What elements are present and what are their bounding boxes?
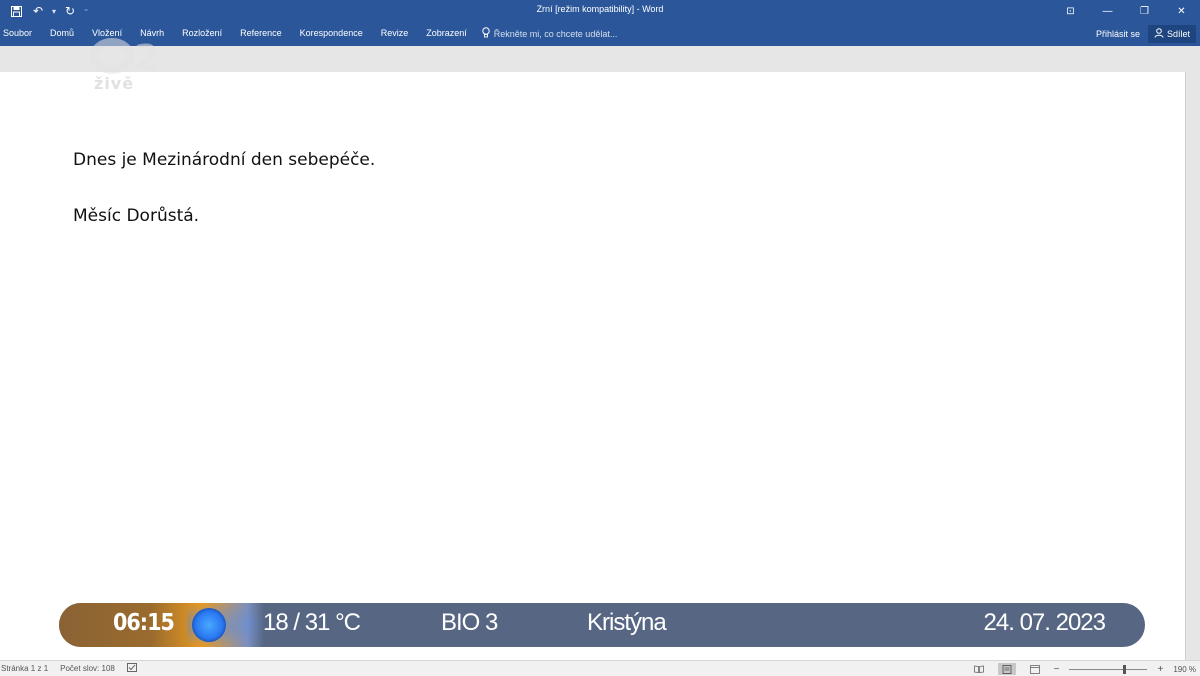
overlay-time: 06:15	[113, 610, 175, 636]
overlay-bio: BIO 3	[441, 609, 498, 636]
read-mode-icon[interactable]	[970, 663, 988, 675]
tab-home[interactable]: Domů	[41, 22, 83, 46]
window-title: Zrní [režim kompatibility] - Word	[536, 4, 664, 14]
overlay-nameday: Kristýna	[587, 609, 667, 636]
document-area[interactable]: Dnes je Mezinárodní den sebepéče. Měsíc …	[0, 46, 1200, 672]
zoom-slider[interactable]	[1069, 663, 1148, 675]
tab-layout[interactable]: Rozložení	[173, 22, 231, 46]
document-page[interactable]: Dnes je Mezinárodní den sebepéče. Měsíc …	[0, 72, 1186, 672]
account-area: Přihlásit se Sdílet	[1096, 24, 1196, 44]
tab-review[interactable]: Revize	[372, 22, 418, 46]
zoom-slider-thumb[interactable]	[1123, 665, 1127, 674]
status-right: − + 190 %	[970, 662, 1196, 676]
watermark-number: 2	[134, 38, 159, 76]
tell-me-text: Řekněte mi, co chcete udělat...	[493, 29, 618, 39]
tab-file[interactable]: Soubor	[0, 22, 41, 46]
status-bar: Stránka 1 z 1 Počet slov: 108 − + 190 %	[0, 660, 1200, 676]
word-count[interactable]: Počet slov: 108	[60, 664, 115, 673]
zoom-out-button[interactable]: −	[1054, 664, 1060, 675]
minimize-button[interactable]: —	[1089, 0, 1126, 22]
title-bar: ↶ ▾ ↻ ⁼ Zrní [režim kompatibility] - Wor…	[0, 0, 1200, 22]
watermark-label: živě	[94, 74, 135, 93]
status-left: Stránka 1 z 1 Počet slov: 108	[1, 663, 137, 674]
ribbon-display-options-button[interactable]: ⊡	[1052, 0, 1089, 22]
window-controls: ⊡ — ❐ ✕	[1052, 0, 1200, 22]
overlay-date: 24. 07. 2023	[983, 609, 1106, 636]
person-icon	[1154, 28, 1164, 40]
info-overlay-bar: 06:15 18 / 31 °C BIO 3 Kristýna 24. 07. …	[59, 603, 1145, 647]
overlay-temperature: 18 / 31 °C	[263, 609, 361, 636]
zoom-slider-track	[1069, 669, 1148, 670]
share-label: Sdílet	[1166, 29, 1190, 39]
zoom-in-button[interactable]: +	[1157, 664, 1163, 675]
proofing-icon[interactable]	[126, 663, 137, 674]
tab-references[interactable]: Reference	[231, 22, 291, 46]
sun-icon	[192, 608, 226, 642]
page-count[interactable]: Stránka 1 z 1	[1, 664, 48, 673]
share-button[interactable]: Sdílet	[1147, 25, 1196, 43]
zoom-level[interactable]: 190 %	[1173, 665, 1196, 674]
close-button[interactable]: ✕	[1163, 0, 1200, 22]
print-layout-icon[interactable]	[997, 663, 1016, 675]
lightbulb-icon	[482, 27, 490, 41]
paragraph-1[interactable]: Dnes je Mezinárodní den sebepéče.	[73, 150, 375, 170]
tab-mailings[interactable]: Korespondence	[291, 22, 372, 46]
paragraph-2[interactable]: Měsíc Dorůstá.	[73, 206, 199, 226]
restore-button[interactable]: ❐	[1126, 0, 1163, 22]
web-layout-icon[interactable]	[1026, 663, 1044, 675]
word-window: ↶ ▾ ↻ ⁼ Zrní [režim kompatibility] - Wor…	[0, 0, 1200, 676]
tell-me-box[interactable]: Řekněte mi, co chcete udělat...	[482, 27, 618, 41]
sign-in-link[interactable]: Přihlásit se	[1096, 29, 1140, 39]
tab-view[interactable]: Zobrazení	[417, 22, 476, 46]
ribbon: Soubor Domů Vložení Návrh Rozložení Refe…	[0, 22, 1200, 46]
